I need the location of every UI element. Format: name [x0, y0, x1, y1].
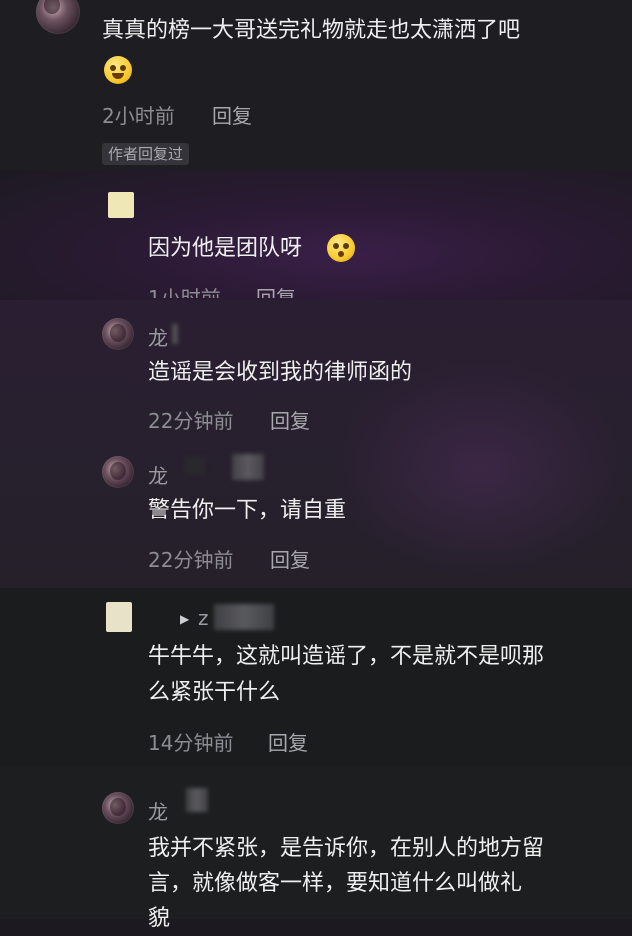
comment-text: 真真的榜一大哥送完礼物就走也太潇洒了吧 [102, 18, 521, 43]
name-redaction [184, 456, 206, 476]
comment-text: 因为他是团队呀 [148, 236, 303, 261]
reply-arrow-icon: ▶ [180, 612, 190, 626]
reply-to-name[interactable]: z [198, 606, 209, 630]
page-background [0, 0, 632, 919]
comment-text: 造谣是会收到我的律师函的 [148, 360, 413, 385]
comment-time: 22分钟前 [148, 409, 234, 433]
avatar[interactable] [108, 192, 134, 218]
name-redaction [172, 324, 178, 344]
avatar[interactable] [102, 318, 134, 350]
reply-button[interactable]: 回复 [270, 544, 310, 573]
commenter-name[interactable]: 龙 [148, 460, 168, 489]
flushed-emoji-icon [327, 234, 355, 262]
comment-text: 貌 [148, 906, 171, 931]
reply-button[interactable]: 回复 [268, 727, 308, 756]
comment-text: 么紧张干什么 [148, 680, 281, 705]
avatar[interactable] [106, 602, 132, 632]
commenter-name[interactable]: 龙 [148, 796, 168, 825]
avatar[interactable] [102, 456, 134, 488]
comment-time: 22分钟前 [148, 548, 234, 572]
comment-text: 我并不紧张，是告诉你，在别人的地方留 [148, 836, 545, 861]
name-redaction [232, 454, 264, 480]
author-replied-badge: 作者回复过 [102, 143, 190, 165]
commenter-name[interactable]: 龙 [148, 322, 168, 351]
comment-text: 言，就像做客一样，要知道什么叫做礼 [148, 871, 523, 896]
comment-text: 警告你一下，请自重 [148, 498, 347, 523]
comment-time: 14分钟前 [148, 731, 234, 755]
reply-button[interactable]: 回复 [270, 405, 310, 434]
reply-button[interactable]: 回复 [212, 100, 252, 129]
comment-time: 2小时前 [102, 104, 175, 128]
name-redaction [186, 788, 208, 812]
comment-text: 牛牛牛，这就叫造谣了，不是就不是呗那 [148, 644, 545, 669]
crying-emoji-icon [104, 56, 132, 84]
name-redaction [214, 604, 274, 630]
avatar[interactable] [102, 792, 134, 824]
